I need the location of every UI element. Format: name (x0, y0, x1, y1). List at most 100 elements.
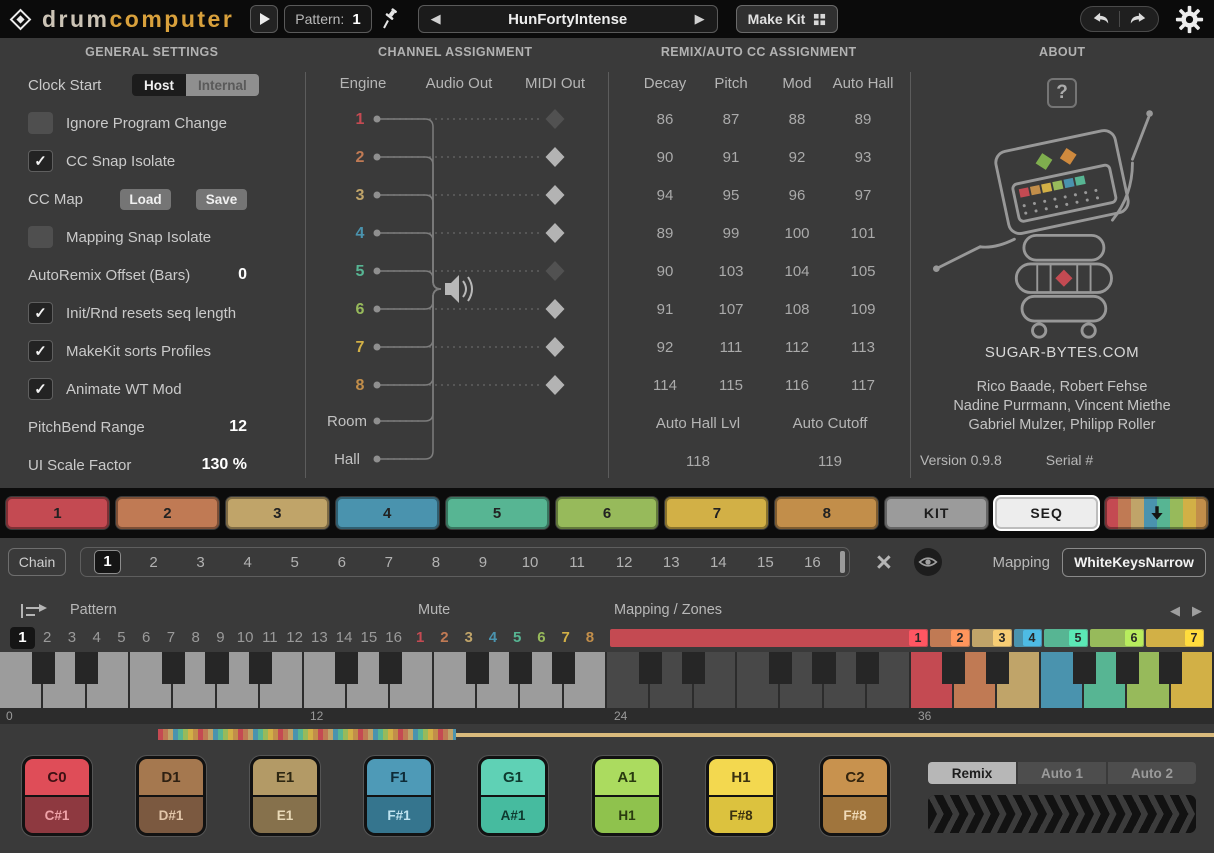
speaker-icon[interactable] (445, 275, 459, 303)
black-key[interactable] (856, 652, 879, 684)
mute-channel-8[interactable]: 8 (578, 627, 602, 649)
cc-value[interactable]: 89 (830, 100, 896, 138)
cc-value[interactable]: 86 (632, 100, 698, 138)
clock-start-host-option[interactable]: Host (132, 74, 186, 96)
cc-value[interactable]: 108 (764, 290, 830, 328)
cc-value[interactable]: 99 (698, 214, 764, 252)
channel-8-button[interactable]: 8 (775, 497, 878, 529)
chain-step[interactable]: 15 (742, 554, 789, 571)
cc-value[interactable]: 92 (764, 138, 830, 176)
pattern-step[interactable]: 2 (35, 627, 60, 649)
black-key[interactable] (639, 652, 662, 684)
pattern-step[interactable]: 14 (332, 627, 357, 649)
cc-value[interactable]: 90 (632, 252, 698, 290)
undo-button[interactable] (1089, 10, 1113, 28)
cc-value[interactable]: 91 (698, 138, 764, 176)
kit-button[interactable]: KIT (885, 497, 988, 529)
auto-hall-lvl-cc-value[interactable]: 118 (632, 442, 764, 480)
pattern-step[interactable]: 10 (233, 627, 258, 649)
cc-value[interactable]: 96 (764, 176, 830, 214)
mute-channel-6[interactable]: 6 (529, 627, 553, 649)
chain-button[interactable]: Chain (8, 548, 66, 576)
mute-channel-4[interactable]: 4 (481, 627, 505, 649)
tab-general-settings[interactable]: GENERAL SETTINGS (0, 38, 304, 66)
cc-value[interactable]: 115 (698, 366, 764, 404)
black-key[interactable] (466, 652, 489, 684)
black-key[interactable] (509, 652, 532, 684)
mute-channel-2[interactable]: 2 (432, 627, 456, 649)
black-key[interactable] (682, 652, 705, 684)
tab-remix-cc-assignment[interactable]: REMIX/AUTO CC ASSIGNMENT (607, 38, 911, 66)
autoremix-offset-value[interactable]: 0 (238, 266, 247, 284)
pattern-step[interactable]: 11 (258, 627, 283, 649)
seq-button[interactable]: SEQ (995, 497, 1098, 529)
channel-5-button[interactable]: 5 (446, 497, 549, 529)
black-key[interactable] (1116, 652, 1139, 684)
mute-channel-3[interactable]: 3 (457, 627, 481, 649)
midi-out-diamond-8[interactable] (546, 375, 565, 395)
mapping-snap-isolate-checkbox[interactable] (28, 226, 53, 248)
channel-1-button[interactable]: 1 (6, 497, 109, 529)
black-key[interactable] (942, 652, 965, 684)
chain-step[interactable]: 7 (365, 554, 412, 571)
black-key[interactable] (1073, 652, 1096, 684)
chain-step[interactable]: 8 (412, 554, 459, 571)
download-kit-button[interactable] (1105, 497, 1208, 529)
mute-channel-5[interactable]: 5 (505, 627, 529, 649)
pattern-step[interactable]: 4 (84, 627, 109, 649)
zone-5[interactable]: 5 (1044, 629, 1088, 647)
cc-value[interactable]: 114 (632, 366, 698, 404)
chain-step[interactable]: 14 (695, 554, 742, 571)
tab-about[interactable]: ABOUT (911, 38, 1214, 66)
chain-step[interactable]: 1 (94, 550, 121, 574)
black-key[interactable] (769, 652, 792, 684)
channel-7-button[interactable]: 7 (665, 497, 768, 529)
auto-cutoff-cc-value[interactable]: 119 (764, 442, 896, 480)
black-key[interactable] (1159, 652, 1182, 684)
clock-start-internal-option[interactable]: Internal (186, 74, 259, 96)
pattern-step[interactable]: 5 (109, 627, 134, 649)
pattern-chain-icon[interactable] (20, 602, 50, 620)
remix-mode-auto2[interactable]: Auto 2 (1108, 762, 1196, 784)
pad-6[interactable]: A1 H1 (592, 756, 662, 836)
pad-1[interactable]: C0 C#1 (22, 756, 92, 836)
chain-step[interactable]: 12 (601, 554, 648, 571)
pattern-step[interactable]: 9 (208, 627, 233, 649)
cc-value[interactable]: 109 (830, 290, 896, 328)
zone-2[interactable]: 2 (930, 629, 970, 647)
cc-value[interactable]: 88 (764, 100, 830, 138)
pad-8[interactable]: C2 F#8 (820, 756, 890, 836)
animate-wt-mod-checkbox[interactable]: ✓ (28, 378, 53, 400)
black-key[interactable] (249, 652, 272, 684)
chain-step[interactable]: 10 (507, 554, 554, 571)
ignore-program-change-checkbox[interactable] (28, 112, 53, 134)
timeline-pattern-stripes[interactable] (158, 729, 456, 740)
channel-6-button[interactable]: 6 (556, 497, 659, 529)
preset-next-button[interactable]: ▶ (695, 11, 705, 27)
chain-step[interactable]: 4 (224, 554, 271, 571)
black-key[interactable] (75, 652, 98, 684)
midi-out-diamond-3[interactable] (546, 185, 565, 205)
cc-value[interactable]: 94 (632, 176, 698, 214)
pitchbend-range-value[interactable]: 12 (229, 418, 247, 436)
pattern-step[interactable]: 16 (381, 627, 406, 649)
chain-scroll-handle[interactable] (840, 551, 845, 573)
black-key[interactable] (552, 652, 575, 684)
midi-out-diamond-6[interactable] (546, 299, 565, 319)
serial-field[interactable]: Serial # (1046, 452, 1093, 468)
channel-3-button[interactable]: 3 (226, 497, 329, 529)
cc-value[interactable]: 104 (764, 252, 830, 290)
cc-value[interactable]: 105 (830, 252, 896, 290)
cc-value[interactable]: 100 (764, 214, 830, 252)
chain-step[interactable]: 16 (789, 554, 836, 571)
midi-out-diamond-1[interactable] (546, 109, 565, 129)
cc-map-save-button[interactable]: Save (196, 189, 247, 210)
remix-amount-slider[interactable] (928, 795, 1196, 833)
chain-step[interactable]: 5 (271, 554, 318, 571)
cc-value[interactable]: 107 (698, 290, 764, 328)
cc-value[interactable]: 87 (698, 100, 764, 138)
chain-step[interactable]: 9 (459, 554, 506, 571)
cc-value[interactable]: 92 (632, 328, 698, 366)
pad-2[interactable]: D1 D#1 (136, 756, 206, 836)
zones-next-button[interactable]: ▶ (1192, 603, 1202, 619)
